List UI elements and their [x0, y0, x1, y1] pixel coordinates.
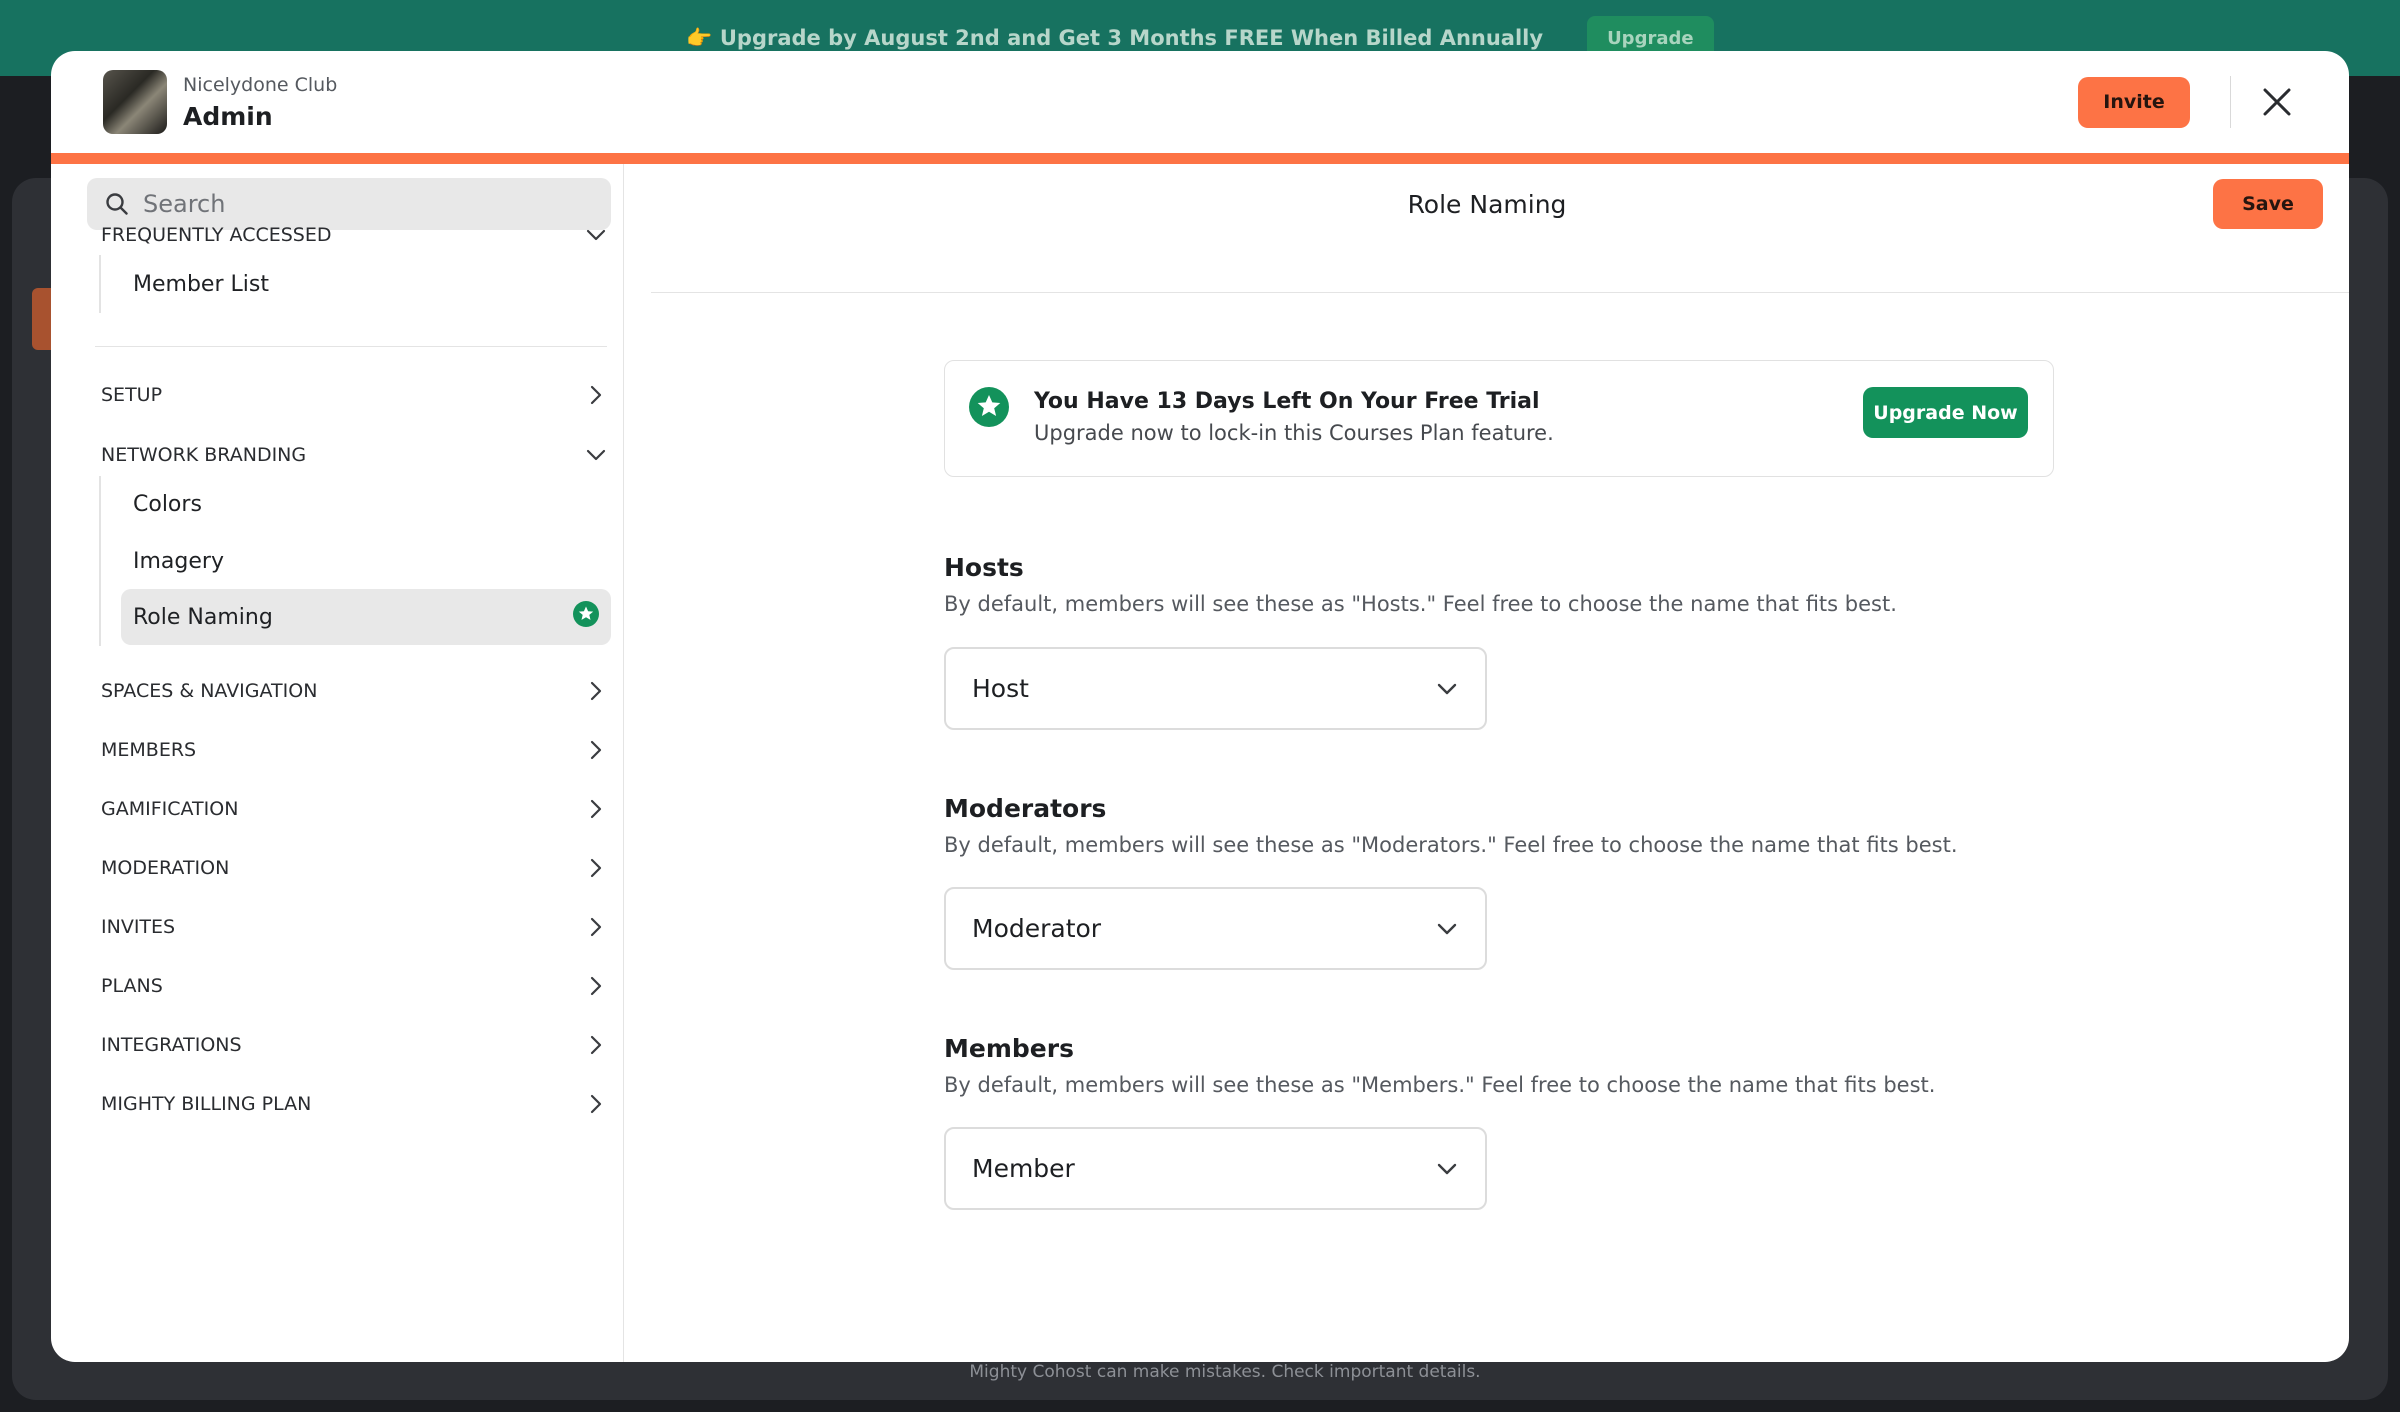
sidebar-item-role-naming[interactable]: Role Naming	[121, 589, 611, 645]
search-icon	[106, 193, 128, 215]
modal-header: Nicelydone Club Admin Invite	[51, 51, 2349, 153]
sidebar-item-label: Role Naming	[133, 604, 273, 630]
header-divider	[651, 292, 2349, 293]
section-frequently-accessed[interactable]: FREQUENTLY ACCESSED	[101, 215, 613, 255]
close-icon	[2263, 88, 2291, 116]
section-label: MEMBERS	[101, 739, 197, 761]
chevron-right-icon	[579, 740, 613, 760]
invite-button[interactable]: Invite	[2078, 76, 2190, 128]
accent-bar	[51, 153, 2349, 164]
section-label: MODERATION	[101, 857, 230, 879]
admin-title: Admin	[183, 101, 273, 131]
sidebar-item-imagery[interactable]: Imagery	[133, 533, 611, 589]
chevron-down-icon	[1437, 923, 1457, 935]
section-network-branding[interactable]: NETWORK BRANDING	[101, 435, 613, 475]
background-footer-text: Mighty Cohost can make mistakes. Check i…	[969, 1362, 1481, 1382]
section-label: PLANS	[101, 975, 163, 997]
moderators-description: By default, members will see these as "M…	[944, 833, 1958, 857]
section-label: INTEGRATIONS	[101, 1034, 242, 1056]
section-members[interactable]: MEMBERS	[101, 730, 613, 770]
trial-notice: You Have 13 Days Left On Your Free Trial…	[944, 360, 2054, 477]
star-badge-icon	[969, 387, 1009, 431]
chevron-right-icon	[579, 1094, 613, 1114]
section-gamification[interactable]: GAMIFICATION	[101, 789, 613, 829]
section-label: SPACES & NAVIGATION	[101, 680, 318, 702]
members-select[interactable]: Member	[944, 1127, 1487, 1210]
section-label: GAMIFICATION	[101, 798, 239, 820]
moderators-select[interactable]: Moderator	[944, 887, 1487, 970]
members-description: By default, members will see these as "M…	[944, 1073, 1936, 1097]
chevron-right-icon	[579, 385, 613, 405]
settings-sidebar: FREQUENTLY ACCESSED Member List SETUP NE…	[51, 164, 624, 1362]
close-button[interactable]	[2257, 82, 2297, 122]
section-moderation[interactable]: MODERATION	[101, 848, 613, 888]
members-title: Members	[944, 1034, 1074, 1063]
moderators-title: Moderators	[944, 794, 1107, 823]
hosts-select[interactable]: Host	[944, 647, 1487, 730]
club-name: Nicelydone Club	[183, 73, 338, 96]
header-divider	[2230, 76, 2231, 128]
submenu-line	[99, 255, 101, 313]
sidebar-divider	[95, 346, 607, 347]
chevron-right-icon	[579, 858, 613, 878]
chevron-down-icon	[579, 229, 613, 241]
select-value: Moderator	[972, 914, 1102, 943]
premium-star-icon	[573, 601, 599, 633]
section-invites[interactable]: INVITES	[101, 907, 613, 947]
sidebar-item-label: Imagery	[133, 548, 224, 574]
section-plans[interactable]: PLANS	[101, 966, 613, 1006]
section-label: SETUP	[101, 384, 163, 406]
section-mighty-billing-plan[interactable]: MIGHTY BILLING PLAN	[101, 1084, 613, 1124]
chevron-down-icon	[1437, 683, 1457, 695]
submenu-line	[99, 476, 101, 646]
section-label: FREQUENTLY ACCESSED	[101, 224, 332, 246]
club-avatar	[103, 70, 167, 134]
chevron-right-icon	[579, 976, 613, 996]
sidebar-item-member-list[interactable]: Member List	[133, 256, 611, 312]
upgrade-now-button[interactable]: Upgrade Now	[1863, 387, 2028, 438]
section-label: INVITES	[101, 916, 176, 938]
hosts-title: Hosts	[944, 553, 1024, 582]
chevron-right-icon	[579, 799, 613, 819]
trial-subtitle: Upgrade now to lock-in this Courses Plan…	[1034, 421, 1554, 445]
sidebar-item-colors[interactable]: Colors	[133, 476, 611, 532]
section-spaces-navigation[interactable]: SPACES & NAVIGATION	[101, 671, 613, 711]
select-value: Host	[972, 674, 1029, 703]
sidebar-item-label: Member List	[133, 271, 269, 297]
admin-modal: Nicelydone Club Admin Invite FREQUENTLY …	[51, 51, 2349, 1362]
hosts-description: By default, members will see these as "H…	[944, 592, 1897, 616]
chevron-right-icon	[579, 917, 613, 937]
section-setup[interactable]: SETUP	[101, 375, 613, 415]
main-content: Role Naming Save You Have 13 Days Left O…	[625, 164, 2349, 1362]
select-value: Member	[972, 1154, 1075, 1183]
banner-text: 👉 Upgrade by August 2nd and Get 3 Months…	[686, 25, 1544, 50]
page-title: Role Naming	[1407, 189, 1567, 219]
section-label: NETWORK BRANDING	[101, 444, 307, 466]
club-info: Nicelydone Club Admin	[183, 74, 337, 131]
chevron-down-icon	[579, 449, 613, 461]
section-integrations[interactable]: INTEGRATIONS	[101, 1025, 613, 1065]
header-actions: Invite	[2078, 76, 2297, 128]
search-input[interactable]	[143, 190, 583, 218]
chevron-down-icon	[1437, 1163, 1457, 1175]
save-button[interactable]: Save	[2213, 179, 2323, 229]
trial-title: You Have 13 Days Left On Your Free Trial	[1034, 389, 1540, 414]
sidebar-item-label: Colors	[133, 491, 202, 517]
chevron-right-icon	[579, 681, 613, 701]
section-label: MIGHTY BILLING PLAN	[101, 1093, 312, 1115]
chevron-right-icon	[579, 1035, 613, 1055]
